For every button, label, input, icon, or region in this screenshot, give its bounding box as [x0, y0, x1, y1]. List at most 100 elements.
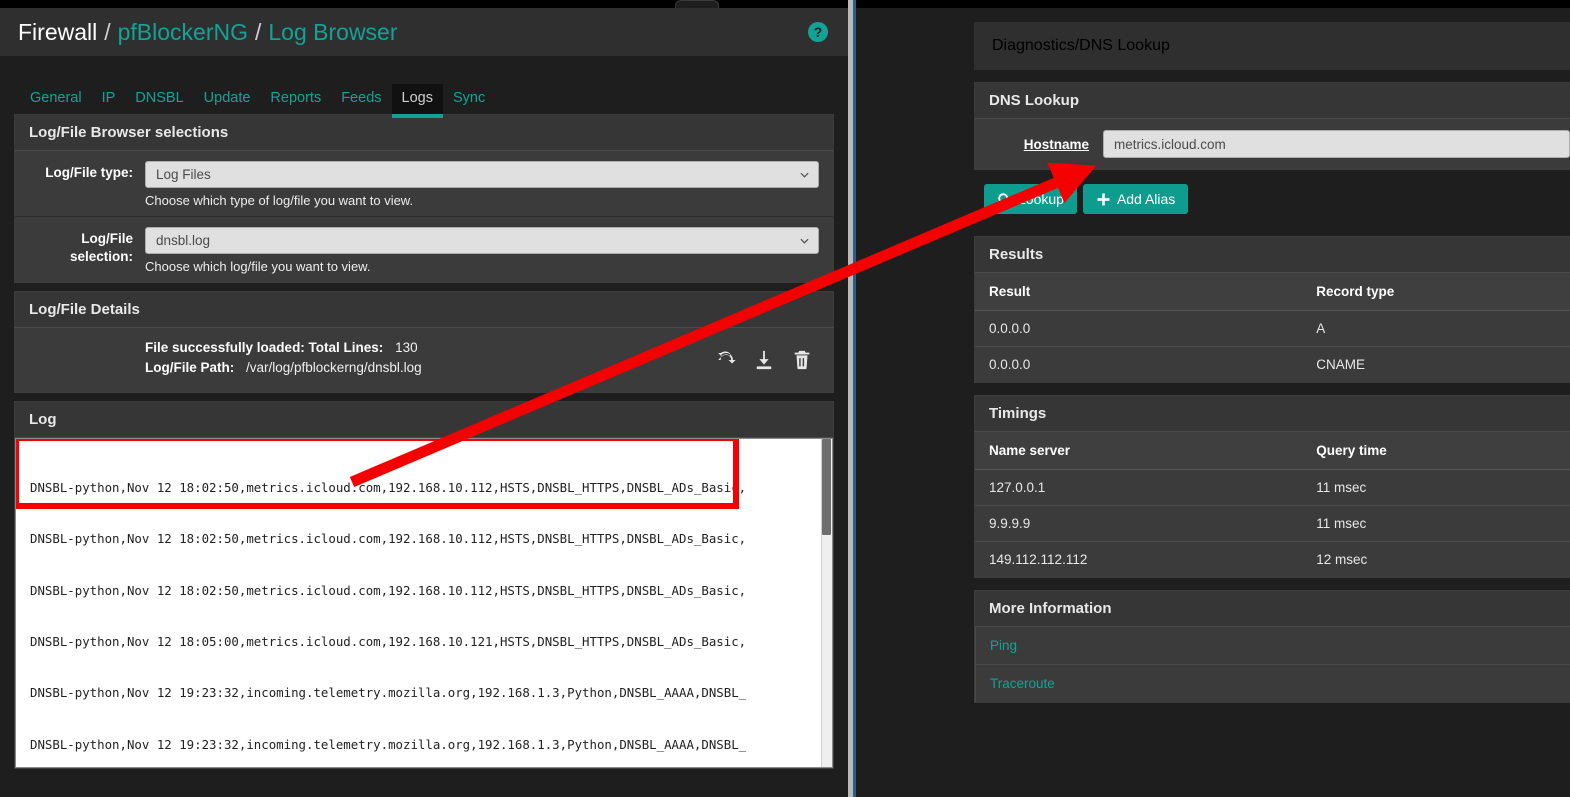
- dns-lookup-panel-title: DNS Lookup: [975, 83, 1570, 119]
- hostname-label: Hostname: [1023, 136, 1089, 152]
- details-panel-body: File successfully loaded: Total Lines: 1…: [15, 328, 833, 392]
- more-item-ping[interactable]: Ping: [975, 627, 1570, 665]
- results-panel-title: Results: [975, 237, 1570, 273]
- tab-dnsbl[interactable]: DNSBL: [125, 84, 193, 114]
- breadcrumb-pfblockerng[interactable]: pfBlockerNG: [118, 19, 248, 46]
- left-pane-pfblockerng: Firewall / pfBlockerNG / Log Browser ? G…: [0, 8, 848, 797]
- more-information-list: Ping Traceroute: [975, 627, 1570, 702]
- results-table: Result Record type 0.0.0.0 A 0.0.0.0 CNA…: [975, 273, 1570, 382]
- lookup-button[interactable]: Lookup: [984, 184, 1077, 214]
- breadcrumb-firewall: Firewall: [18, 18, 98, 45]
- table-row: 0.0.0.0 A: [975, 310, 1570, 347]
- details-total-lines: 130: [395, 340, 418, 355]
- log-line: DNSBL-python,Nov 12 18:02:50,metrics.icl…: [30, 582, 747, 598]
- tab-logs[interactable]: Logs: [391, 84, 444, 118]
- tab-ip[interactable]: IP: [92, 84, 126, 114]
- breadcrumb-log-browser[interactable]: Log Browser: [268, 19, 397, 46]
- lookup-button-label: Lookup: [1018, 191, 1064, 207]
- dns-lookup-panel: DNS Lookup Hostname metrics.icloud.com: [974, 82, 1570, 170]
- log-file-type-label: Log/File type:: [45, 165, 133, 180]
- log-file-browser-selections-panel: Log/File Browser selections Log/File typ…: [14, 114, 834, 283]
- results-panel: Results Result Record type 0.0.0.0 A 0.0…: [974, 236, 1570, 383]
- tab-bar: General IP DNSBL Update Reports Feeds Lo…: [0, 56, 848, 118]
- log-file-selection-label-line1: Log/File: [81, 231, 133, 246]
- log-file-type-row: Log/File type: Log Files Choose which ty…: [15, 151, 833, 217]
- hostname-input[interactable]: metrics.icloud.com: [1103, 130, 1570, 158]
- table-row: 127.0.0.1 11 msec: [975, 469, 1570, 506]
- log-file-selection-label: Log/File selection:: [15, 227, 145, 274]
- refresh-icon[interactable]: [715, 349, 737, 371]
- log-file-selection-row: Log/File selection: dnsbl.log Choose whi…: [15, 217, 833, 282]
- tab-general[interactable]: General: [20, 84, 92, 114]
- details-path-line: Log/File Path: /var/log/pfblockerng/dnsb…: [145, 360, 715, 375]
- tab-reports[interactable]: Reports: [260, 84, 331, 114]
- details-status-label: File successfully loaded: Total Lines:: [145, 340, 384, 355]
- breadcrumb-separator-1: /: [104, 18, 111, 45]
- log-file-selection-value: dnsbl.log: [156, 233, 211, 248]
- dns-lookup-button-row: Lookup Add Alias: [856, 170, 1570, 224]
- tab-feeds[interactable]: Feeds: [331, 84, 391, 114]
- add-alias-button[interactable]: Add Alias: [1082, 184, 1189, 214]
- timings-table: Name server Query time 127.0.0.1 11 msec…: [975, 432, 1570, 577]
- download-icon[interactable]: [753, 349, 775, 371]
- log-panel-title: Log: [15, 402, 833, 438]
- query-time-value: 11 msec: [1302, 505, 1570, 542]
- add-alias-button-label: Add Alias: [1116, 191, 1176, 207]
- tab-update[interactable]: Update: [194, 84, 261, 114]
- hostname-row: Hostname metrics.icloud.com: [975, 119, 1570, 169]
- result-value: 0.0.0.0: [975, 310, 1303, 347]
- log-line: DNSBL-python,Nov 12 18:02:50,metrics.icl…: [30, 480, 747, 496]
- table-row: 149.112.112.112 12 msec: [975, 541, 1570, 577]
- breadcrumb-right: Diagnostics / DNS Lookup: [974, 22, 1570, 70]
- timings-column-name-server: Name server: [975, 432, 1303, 470]
- more-item-traceroute[interactable]: Traceroute: [975, 665, 1570, 702]
- log-scrollbar[interactable]: [821, 439, 832, 767]
- search-icon: [998, 192, 1012, 207]
- details-action-icons: [715, 349, 819, 371]
- tab-sync[interactable]: Sync: [443, 84, 495, 114]
- details-path-label: Log/File Path:: [145, 360, 235, 375]
- selections-panel-title: Log/File Browser selections: [15, 115, 833, 151]
- breadcrumb-dns-lookup[interactable]: DNS Lookup: [1079, 37, 1170, 55]
- log-file-type-help: Choose which type of log/file you want t…: [145, 193, 414, 208]
- result-value: 0.0.0.0: [975, 346, 1303, 382]
- log-line: DNSBL-python,Nov 12 18:02:50,metrics.icl…: [30, 531, 747, 547]
- record-type-value: A: [1302, 310, 1570, 347]
- table-row: 0.0.0.0 CNAME: [975, 346, 1570, 382]
- selections-panel-body: Log/File type: Log Files Choose which ty…: [15, 151, 833, 282]
- query-time-value: 12 msec: [1302, 541, 1570, 577]
- log-file-type-value: Log Files: [156, 167, 211, 182]
- table-row: 9.9.9.9 11 msec: [975, 505, 1570, 542]
- chevron-down-icon: [800, 172, 809, 178]
- timings-panel-title: Timings: [975, 396, 1570, 432]
- trash-icon[interactable]: [791, 349, 813, 371]
- name-server-value: 127.0.0.1: [975, 469, 1303, 506]
- browser-top-strip-right: [856, 0, 1570, 8]
- log-panel: Log DNSBL-python,Nov 12 18:02:50,metrics…: [14, 401, 834, 769]
- help-icon[interactable]: ?: [808, 22, 828, 42]
- log-lines-container: DNSBL-python,Nov 12 18:02:50,metrics.icl…: [16, 439, 832, 767]
- results-column-result: Result: [975, 273, 1303, 311]
- log-file-selection-select[interactable]: dnsbl.log: [145, 227, 819, 254]
- chevron-down-icon: [800, 238, 809, 244]
- log-line: DNSBL-python,Nov 12 19:23:32,incoming.te…: [30, 736, 747, 752]
- log-textarea[interactable]: DNSBL-python,Nov 12 18:02:50,metrics.icl…: [15, 438, 833, 768]
- results-table-header-row: Result Record type: [975, 273, 1570, 311]
- results-column-record-type: Record type: [1302, 273, 1570, 311]
- timings-table-header-row: Name server Query time: [975, 432, 1570, 470]
- log-file-details-panel: Log/File Details File successfully loade…: [14, 291, 834, 393]
- more-information-panel-title: More Information: [975, 591, 1570, 627]
- log-file-selection-help: Choose which log/file you want to view.: [145, 259, 371, 274]
- log-scrollbar-thumb[interactable]: [822, 439, 831, 535]
- details-path-value: /var/log/pfblockerng/dnsbl.log: [246, 360, 422, 375]
- query-time-value: 11 msec: [1302, 469, 1570, 506]
- log-file-type-select[interactable]: Log Files: [145, 161, 819, 188]
- browser-tab-stub[interactable]: [675, 0, 719, 8]
- record-type-value: CNAME: [1302, 346, 1570, 382]
- log-line: DNSBL-python,Nov 12 18:05:00,metrics.icl…: [30, 634, 747, 650]
- more-information-panel: More Information Ping Traceroute: [974, 590, 1570, 703]
- breadcrumb-separator-2: /: [255, 18, 262, 45]
- details-status-line: File successfully loaded: Total Lines: 1…: [145, 340, 715, 355]
- log-file-selection-label-line2: selection:: [69, 249, 133, 265]
- breadcrumb: Firewall / pfBlockerNG / Log Browser ?: [0, 8, 848, 56]
